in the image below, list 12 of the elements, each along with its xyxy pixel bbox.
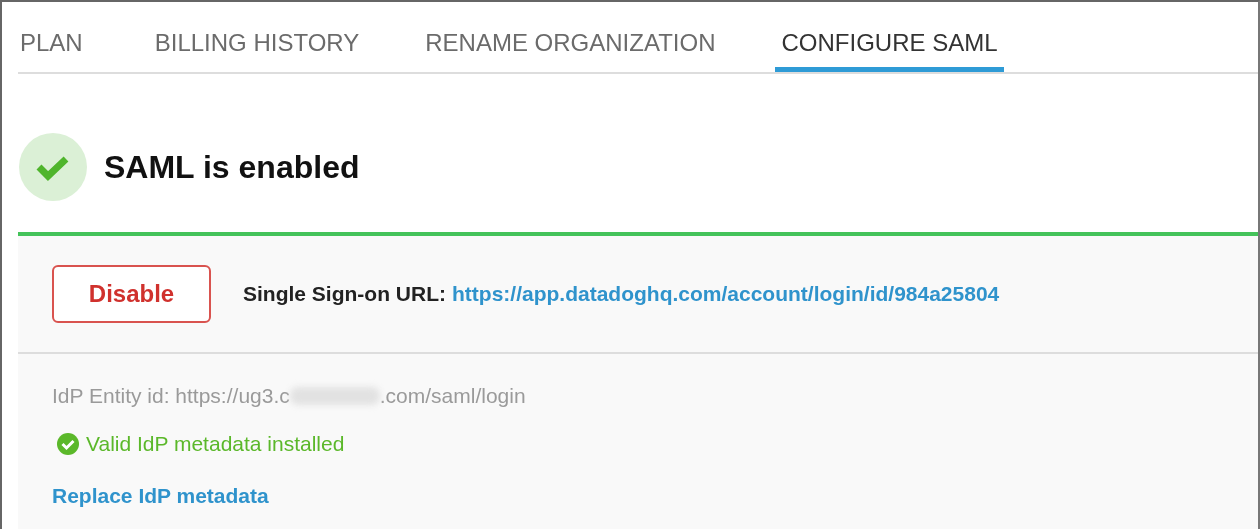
sso-label: Single Sign-on URL: xyxy=(243,282,446,306)
entity-id-text: .com/saml/login xyxy=(379,384,526,408)
status-title: SAML is enabled xyxy=(104,148,360,186)
entity-id-text: IdP Entity id: https://ug3.c xyxy=(52,384,290,408)
tab[interactable]: CONFIGURE SAML xyxy=(775,2,1004,72)
disable-button[interactable]: Disable xyxy=(52,265,211,323)
metadata-status: Valid IdP metadata installed xyxy=(86,432,345,456)
tab[interactable]: RENAME ORGANIZATION xyxy=(419,2,722,72)
tab[interactable]: BILLING HISTORY xyxy=(148,2,366,72)
sso-url-link[interactable]: https://app.datadoghq.com/account/login/id/984a25804 xyxy=(452,282,1000,306)
tab[interactable]: PLAN xyxy=(14,2,89,72)
replace-metadata-link[interactable]: Replace IdP metadata xyxy=(52,484,269,508)
